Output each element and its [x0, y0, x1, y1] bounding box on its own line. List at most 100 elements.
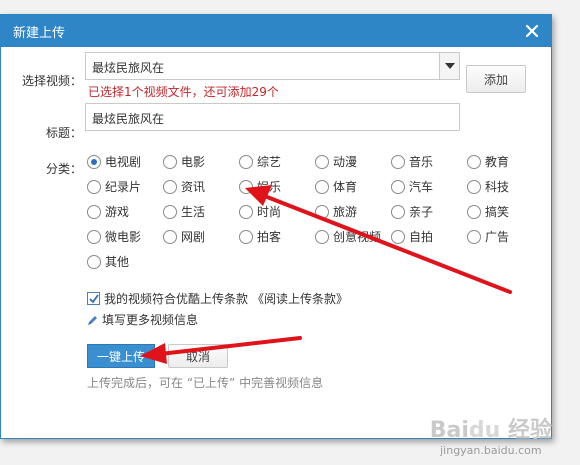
more-info-link[interactable]: 填写更多视频信息	[87, 311, 198, 328]
category-radio[interactable]	[467, 154, 481, 169]
category-radio[interactable]	[467, 179, 481, 194]
category-option-label: 搞笑	[485, 205, 510, 219]
dialog-title: 新建上传	[13, 25, 66, 41]
video-select[interactable]: 最炫民旅风在	[85, 52, 460, 80]
category-option[interactable]: 电影	[163, 153, 205, 170]
one-click-upload-button[interactable]: 一键上传	[87, 344, 155, 368]
category-option[interactable]: 动漫	[315, 153, 357, 170]
category-option[interactable]: 科技	[467, 178, 509, 195]
category-radio[interactable]	[239, 204, 253, 219]
category-option[interactable]: 自拍	[391, 228, 433, 245]
category-option[interactable]: 综艺	[239, 153, 281, 170]
category-option[interactable]: 汽车	[391, 178, 433, 195]
watermark: Baidu 经验 jingyan.baidu.com	[430, 412, 552, 457]
video-select-value: 最炫民旅风在	[92, 61, 165, 75]
category-radio[interactable]	[87, 229, 101, 244]
title-label: 标题：	[45, 126, 82, 140]
category-option[interactable]: 网剧	[163, 228, 205, 245]
category-option[interactable]: 生活	[163, 203, 205, 220]
category-option[interactable]: 教育	[467, 153, 509, 170]
category-option[interactable]: 体育	[315, 178, 357, 195]
category-option[interactable]: 资讯	[163, 178, 205, 195]
category-option-label: 创意视频	[333, 230, 382, 244]
category-radio[interactable]	[239, 179, 253, 194]
category-option[interactable]: 音乐	[391, 153, 433, 170]
category-radio[interactable]	[391, 179, 405, 194]
category-option-label: 游戏	[105, 205, 130, 219]
category-option[interactable]: 游戏	[87, 203, 129, 220]
category-option-label: 旅游	[333, 205, 358, 219]
category-option-label: 生活	[181, 205, 206, 219]
category-option-label: 电影	[181, 155, 206, 169]
category-option-label: 动漫	[333, 155, 358, 169]
agreement-link[interactable]: 《阅读上传条款》	[252, 290, 348, 307]
category-radio[interactable]	[163, 154, 177, 169]
category-option-label: 音乐	[409, 155, 434, 169]
category-option-label: 纪录片	[105, 180, 142, 194]
category-radio[interactable]	[315, 179, 329, 194]
video-hint: 已选择1个视频文件，还可添加29个	[88, 85, 279, 99]
category-option[interactable]: 旅游	[315, 203, 357, 220]
category-radio[interactable]	[315, 229, 329, 244]
category-option[interactable]: 其他	[87, 253, 129, 270]
category-option[interactable]: 拍客	[239, 228, 281, 245]
pencil-icon	[87, 314, 99, 326]
category-option[interactable]: 亲子	[391, 203, 433, 220]
add-video-button[interactable]: 添加	[466, 65, 526, 93]
category-radio[interactable]	[315, 204, 329, 219]
category-radio[interactable]	[467, 204, 481, 219]
category-option[interactable]: 微电影	[87, 228, 141, 245]
category-option-label: 其他	[105, 255, 130, 269]
category-option[interactable]: 广告	[467, 228, 509, 245]
category-radio[interactable]	[163, 204, 177, 219]
category-option-label: 科技	[485, 180, 510, 194]
category-option-label: 自拍	[409, 230, 434, 244]
category-option[interactable]: 纪录片	[87, 178, 141, 195]
category-option-label: 体育	[333, 180, 358, 194]
category-option[interactable]: 电视剧	[87, 153, 141, 170]
category-radio[interactable]	[391, 229, 405, 244]
category-radio[interactable]	[87, 154, 101, 169]
category-radio[interactable]	[163, 179, 177, 194]
category-option-label: 资讯	[181, 180, 206, 194]
category-radio[interactable]	[87, 254, 101, 269]
category-option[interactable]: 时尚	[239, 203, 281, 220]
dialog-titlebar: 新建上传	[1, 15, 551, 47]
category-option[interactable]: 娱乐	[239, 178, 281, 195]
category-radio[interactable]	[239, 229, 253, 244]
chevron-down-icon[interactable]	[439, 53, 459, 79]
category-option-label: 拍客	[257, 230, 282, 244]
title-input[interactable]: 最炫民旅风在	[85, 103, 460, 131]
footnote-text: 上传完成后，可在 “已上传” 中完善视频信息	[87, 376, 324, 390]
category-radio[interactable]	[239, 154, 253, 169]
category-option-label: 网剧	[181, 230, 206, 244]
category-option-label: 综艺	[257, 155, 282, 169]
agreement-text: 我的视频符合优酷上传条款	[104, 292, 249, 306]
category-option[interactable]: 搞笑	[467, 203, 509, 220]
cancel-button[interactable]: 取消	[168, 344, 228, 368]
category-radio[interactable]	[391, 154, 405, 169]
category-option-label: 微电影	[105, 230, 142, 244]
close-icon[interactable]	[523, 22, 541, 40]
category-radio[interactable]	[87, 179, 101, 194]
category-option-label: 电视剧	[105, 155, 142, 169]
category-option-label: 时尚	[257, 205, 282, 219]
baidu-logo: Baidu 经验	[429, 418, 552, 443]
category-option-label: 亲子	[409, 205, 434, 219]
category-radio[interactable]	[315, 154, 329, 169]
category-radio[interactable]	[467, 229, 481, 244]
category-radio[interactable]	[87, 204, 101, 219]
watermark-url: jingyan.baidu.com	[440, 444, 542, 457]
category-option[interactable]: 创意视频	[315, 228, 381, 245]
title-input-value: 最炫民旅风在	[92, 112, 165, 126]
category-radio[interactable]	[163, 229, 177, 244]
category-radio[interactable]	[391, 204, 405, 219]
category-option-label: 广告	[485, 230, 510, 244]
category-option-label: 汽车	[409, 180, 434, 194]
category-label: 分类：	[45, 162, 82, 176]
category-option-label: 娱乐	[257, 180, 282, 194]
category-option-label: 教育	[485, 155, 510, 169]
agreement-checkbox[interactable]	[87, 292, 100, 305]
agreement-row[interactable]: 我的视频符合优酷上传条款 《阅读上传条款》	[87, 290, 348, 307]
more-info-text: 填写更多视频信息	[102, 313, 199, 327]
